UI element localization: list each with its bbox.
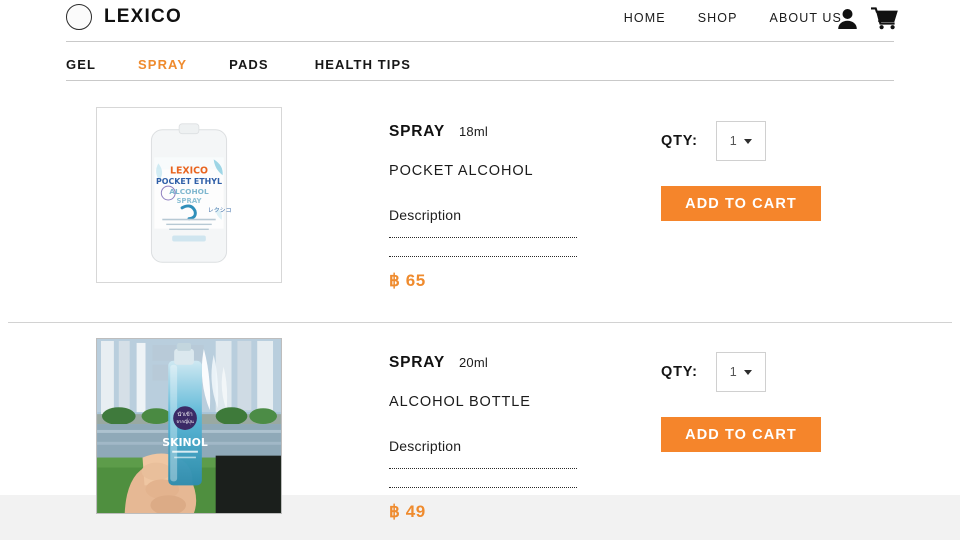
purchase-controls: QTY: 1 ADD TO CART bbox=[661, 121, 821, 221]
nav-about-us[interactable]: ABOUT US bbox=[770, 11, 842, 25]
description-label: Description bbox=[389, 438, 462, 454]
product-price: ฿ 65 bbox=[389, 271, 426, 290]
main-navigation: HOME SHOP ABOUT US bbox=[624, 11, 842, 25]
product-listing-page: LEXICO HOME SHOP ABOUT US GEL SPRAY PADS… bbox=[0, 0, 960, 540]
svg-text:POCKET ETHYL: POCKET ETHYL bbox=[156, 177, 222, 186]
product-title-row: SPRAY 18ml bbox=[389, 123, 639, 141]
cart-icon[interactable] bbox=[870, 7, 898, 30]
site-header: LEXICO HOME SHOP ABOUT US bbox=[0, 0, 960, 40]
product-info: SPRAY 18ml POCKET ALCOHOL Description ฿ … bbox=[389, 123, 639, 291]
subnav-item-pads[interactable]: PADS bbox=[229, 57, 269, 72]
quantity-label: QTY: bbox=[661, 364, 698, 380]
account-icon[interactable] bbox=[837, 8, 858, 30]
subnav-item-spray[interactable]: SPRAY bbox=[138, 57, 187, 72]
brand-name: LEXICO bbox=[104, 6, 182, 27]
product-type: SPRAY bbox=[389, 354, 445, 371]
product-image[interactable]: LEXICO POCKET ETHYL ALCOHOL SPRAY レクシコ bbox=[96, 107, 282, 283]
description-dotted-line bbox=[389, 256, 577, 257]
quantity-row: QTY: 1 bbox=[661, 121, 821, 161]
product-price: ฿ 49 bbox=[389, 502, 426, 521]
brand-logo[interactable]: LEXICO bbox=[66, 4, 182, 30]
description-dotted-line bbox=[389, 468, 577, 469]
svg-text:SKINOL: SKINOL bbox=[162, 436, 208, 449]
product-size: 20ml bbox=[458, 355, 488, 370]
product-name: POCKET ALCOHOL bbox=[389, 163, 534, 179]
category-subnav: GEL SPRAY PADS HEALTH TIPS bbox=[66, 50, 411, 78]
quantity-select[interactable]: 1 bbox=[715, 352, 766, 392]
product-image[interactable]: นำเข้า จากญี่ปุ่น SKINOL bbox=[96, 338, 282, 514]
circle-outline-logo-icon bbox=[66, 4, 92, 30]
description-dotted-line bbox=[389, 487, 577, 488]
quantity-row: QTY: 1 bbox=[661, 352, 821, 392]
quantity-value: 1 bbox=[729, 365, 737, 379]
svg-text:จากญี่ปุ่น: จากญี่ปุ่น bbox=[176, 418, 193, 425]
quantity-value: 1 bbox=[729, 134, 737, 148]
subnav-divider-bottom bbox=[66, 80, 894, 81]
svg-text:レクシコ: レクシコ bbox=[208, 207, 232, 214]
product-name: ALCOHOL BOTTLE bbox=[389, 394, 531, 410]
quantity-select[interactable]: 1 bbox=[715, 121, 766, 161]
description-dotted-line bbox=[389, 237, 577, 238]
product-title-row: SPRAY 20ml bbox=[389, 354, 639, 372]
header-divider-top bbox=[66, 41, 894, 42]
product-divider bbox=[8, 322, 952, 323]
svg-text:LEXICO: LEXICO bbox=[170, 165, 208, 176]
nav-home[interactable]: HOME bbox=[624, 11, 666, 25]
product-size: 18ml bbox=[458, 124, 488, 139]
product-info: SPRAY 20ml ALCOHOL BOTTLE Description ฿ … bbox=[389, 354, 639, 522]
nav-shop[interactable]: SHOP bbox=[698, 11, 738, 25]
header-icon-group bbox=[837, 7, 898, 30]
svg-text:นำเข้า: นำเข้า bbox=[177, 411, 192, 418]
subnav-item-health-tips[interactable]: HEALTH TIPS bbox=[315, 57, 411, 72]
svg-text:SPRAY: SPRAY bbox=[176, 197, 202, 205]
quantity-label: QTY: bbox=[661, 133, 698, 149]
add-to-cart-button[interactable]: ADD TO CART bbox=[661, 186, 821, 221]
chevron-down-icon bbox=[743, 369, 752, 375]
add-to-cart-button[interactable]: ADD TO CART bbox=[661, 417, 821, 452]
chevron-down-icon bbox=[743, 138, 752, 144]
purchase-controls: QTY: 1 ADD TO CART bbox=[661, 352, 821, 452]
description-label: Description bbox=[389, 207, 462, 223]
product-type: SPRAY bbox=[389, 123, 445, 140]
subnav-item-gel[interactable]: GEL bbox=[66, 57, 96, 72]
